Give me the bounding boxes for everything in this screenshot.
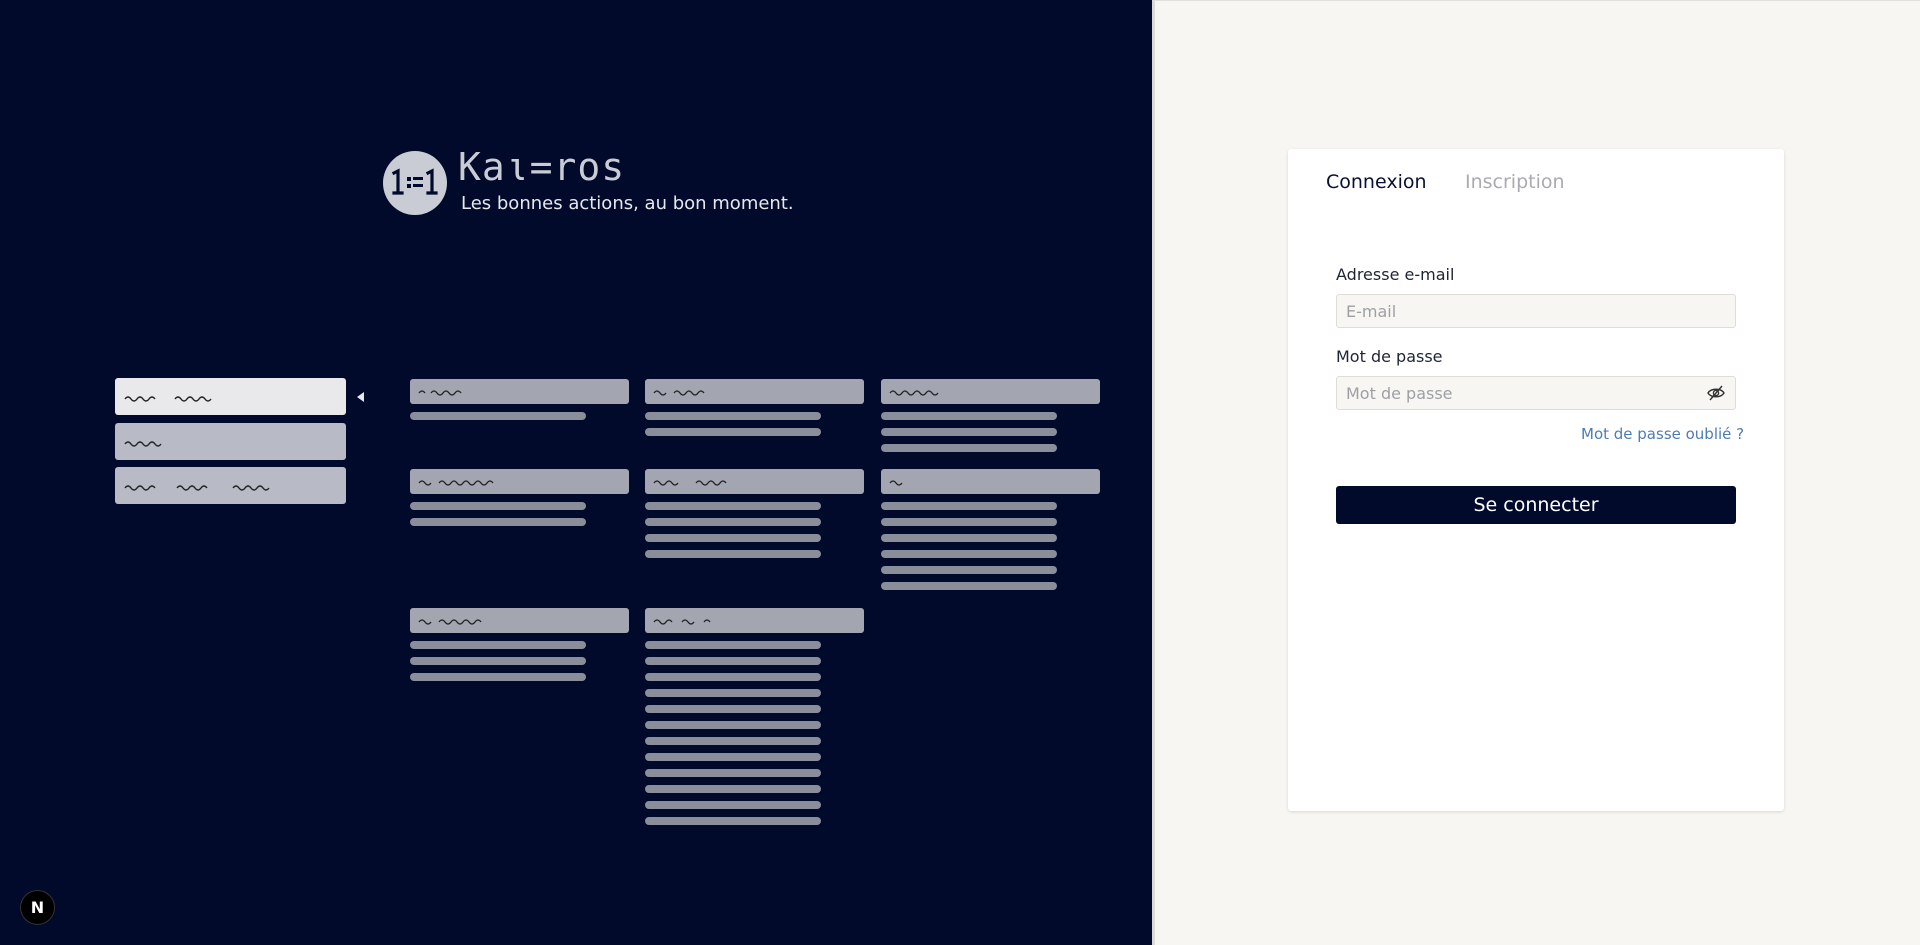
illustration-line [645,412,821,420]
illustration-line [645,502,821,510]
squiggle-text-icon [124,396,212,402]
password-label: Mot de passe [1336,347,1443,366]
illustration-line [645,705,821,713]
brand-name: Kaι=ros [458,145,626,189]
illustration-line [645,641,821,649]
password-field[interactable] [1336,376,1736,410]
illustration-line [645,657,821,665]
illustration-card-header [645,469,864,494]
illustration-line [881,566,1057,574]
brand-tagline: Les bonnes actions, au bon moment. [461,193,794,214]
illustration-line [881,428,1057,436]
illustration-card-header [410,379,629,404]
illustration-line [881,534,1057,542]
illustration-line [881,412,1057,420]
eye-off-icon[interactable] [1706,384,1726,402]
illustration-line [881,582,1057,590]
brand-panel: Kaι=ros Les bonnes actions, au bon momen… [0,0,1152,945]
illustration-line [645,769,821,777]
illustration-line [410,518,586,526]
illustration-card-header [881,379,1100,404]
illustration-line [645,801,821,809]
email-label: Adresse e-mail [1336,265,1455,284]
illustration-line [645,518,821,526]
forgot-password-link[interactable]: Mot de passe oublié ? [1581,425,1744,443]
illustration-line [881,518,1057,526]
login-button[interactable]: Se connecter [1336,486,1736,524]
illustration-line [645,428,821,436]
illustration-line [881,444,1057,452]
illustration-card-header [410,608,629,633]
email-field[interactable] [1336,294,1736,328]
illustration-menu-item [115,423,346,460]
illustration-card-header [410,469,629,494]
illustration-line [645,785,821,793]
squiggle-text-icon [124,441,162,447]
illustration-card-header [881,469,1100,494]
login-card [1288,149,1784,811]
illustration-line [645,534,821,542]
framework-badge[interactable]: N [20,890,55,925]
illustration-line [410,673,586,681]
illustration-line [645,817,821,825]
illustration-line [881,502,1057,510]
illustration-menu-item [115,467,346,504]
caret-left-icon [357,392,364,402]
illustration-line [881,550,1057,558]
illustration-menu-item [115,378,346,415]
illustration-line [645,550,821,558]
illustration-line [410,502,586,510]
tab-inscription[interactable]: Inscription [1465,171,1565,193]
illustration-card-header [645,379,864,404]
illustration-line [645,737,821,745]
illustration-line [645,689,821,697]
illustration-line [410,641,586,649]
illustration-line [410,657,586,665]
illustration-line [645,721,821,729]
kairos-logo-icon [383,151,447,215]
squiggle-text-icon [124,485,270,491]
illustration-line [410,412,586,420]
tab-connexion[interactable]: Connexion [1326,171,1427,193]
illustration-line [645,753,821,761]
illustration-card-header [645,608,864,633]
illustration-line [645,673,821,681]
